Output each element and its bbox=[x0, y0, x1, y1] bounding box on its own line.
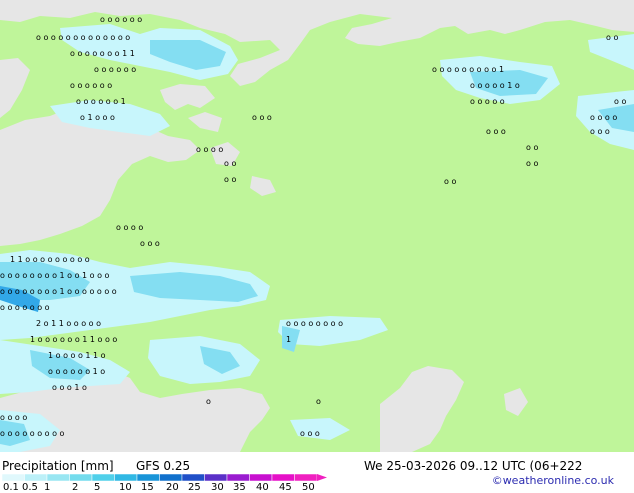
svg-text:1 1 o o o o o o o o o: 1 1 o o o o o o o o o bbox=[10, 255, 90, 264]
svg-text:o o o: o o o bbox=[300, 429, 320, 438]
svg-text:o o o o o o o o 1 o o 1 o o: o o o o o o o o 1 o o 1 o o o bbox=[0, 271, 110, 280]
legend-swatch bbox=[114, 474, 138, 482]
svg-text:o o o o o o: o o o o o o bbox=[100, 15, 142, 24]
svg-text:o o o: o o o bbox=[140, 239, 160, 248]
legend-label: 1 bbox=[44, 482, 51, 493]
svg-text:o o o o o o o o: o o o o o o o o bbox=[286, 319, 343, 328]
svg-text:o o: o o bbox=[526, 143, 538, 152]
credit-link[interactable]: ©weatheronline.co.uk bbox=[492, 474, 614, 487]
svg-text:o o: o o bbox=[224, 175, 236, 184]
svg-text:o o o o o 1 o: o o o o o 1 o bbox=[470, 81, 520, 90]
legend-label: 45 bbox=[279, 482, 292, 493]
svg-text:o o: o o bbox=[224, 159, 236, 168]
legend-label: 25 bbox=[188, 482, 201, 493]
legend-swatch bbox=[91, 474, 115, 482]
svg-text:o o: o o bbox=[444, 177, 456, 186]
legend-label: 0.1 bbox=[3, 482, 19, 493]
map-canvas: o o o o o o o o o o o o o o o o o o o o … bbox=[0, 0, 634, 452]
svg-text:1: 1 bbox=[286, 335, 291, 344]
legend-swatch bbox=[136, 474, 160, 482]
legend-label: 40 bbox=[256, 482, 269, 493]
svg-text:o o: o o bbox=[606, 33, 618, 42]
svg-text:o o o o o o: o o o o o o bbox=[94, 65, 136, 74]
svg-text:2 o 1 1 o o o o o: 2 o 1 1 o o o o o bbox=[36, 319, 101, 328]
svg-text:o: o bbox=[206, 397, 211, 406]
legend-overflow-arrow bbox=[317, 474, 327, 481]
svg-text:o o o o o o 1: o o o o o o 1 bbox=[76, 97, 126, 106]
legend-label: 0.5 bbox=[22, 482, 38, 493]
legend-label: 35 bbox=[233, 482, 246, 493]
svg-text:o o o o o o: o o o o o o bbox=[70, 81, 112, 90]
legend-swatch bbox=[69, 474, 93, 482]
svg-text:o o o: o o o bbox=[590, 127, 610, 136]
legend-swatch bbox=[271, 474, 295, 482]
legend-swatch bbox=[181, 474, 205, 482]
svg-text:o: o bbox=[316, 397, 321, 406]
legend-swatch bbox=[2, 474, 25, 482]
svg-text:o o o: o o o bbox=[486, 127, 506, 136]
legend-swatch bbox=[24, 474, 48, 482]
svg-text:o 1 o o o: o 1 o o o bbox=[80, 113, 115, 122]
svg-text:o o: o o bbox=[526, 159, 538, 168]
legend-swatch bbox=[46, 474, 70, 482]
svg-text:o o: o o bbox=[614, 97, 626, 106]
legend-swatch bbox=[159, 474, 183, 482]
svg-text:o o o o o o o o o: o o o o o o o o o bbox=[0, 429, 65, 438]
valid-time: We 25-03-2026 09..12 UTC (06+222 bbox=[364, 459, 583, 473]
precipitation-title: Precipitation [mm] bbox=[2, 459, 114, 473]
svg-text:o o o o o o o o o 1: o o o o o o o o o 1 bbox=[432, 65, 504, 74]
svg-text:o o o o o: o o o o o bbox=[470, 97, 505, 106]
legend-swatch bbox=[249, 474, 273, 482]
map-view[interactable]: o o o o o o o o o o o o o o o o o o o o … bbox=[0, 0, 634, 452]
svg-text:o o o o o o o 1 1: o o o o o o o 1 1 bbox=[70, 49, 135, 58]
svg-text:1 o o o o 1 1 o: 1 o o o o 1 1 o bbox=[48, 351, 106, 360]
legend-swatch bbox=[294, 474, 318, 482]
svg-text:o o o o o o o: o o o o o o o bbox=[0, 303, 50, 312]
legend-label: 50 bbox=[302, 482, 315, 493]
legend-label: 10 bbox=[119, 482, 132, 493]
legend-swatch bbox=[204, 474, 228, 482]
legend-label: 2 bbox=[72, 482, 79, 493]
svg-text:o o o o o o 1 o: o o o o o o 1 o bbox=[48, 367, 105, 376]
legend-label: 5 bbox=[94, 482, 101, 493]
svg-text:o o o o: o o o o bbox=[590, 113, 617, 122]
svg-text:o o o o o o o o o o o o: o o o o o o o o o o o o o bbox=[36, 33, 130, 42]
legend-label: 20 bbox=[166, 482, 179, 493]
svg-text:o o o 1 o: o o o 1 o bbox=[52, 383, 87, 392]
map-footer: Precipitation [mm] GFS 0.25 We 25-03-202… bbox=[0, 452, 634, 493]
svg-text:o o o o: o o o o bbox=[0, 413, 27, 422]
svg-text:1 o o o o o o 1 1 o o: 1 o o o o o o 1 1 o o o bbox=[30, 335, 117, 344]
legend-swatch bbox=[226, 474, 250, 482]
svg-text:o o o o: o o o o bbox=[196, 145, 223, 154]
legend-label: 30 bbox=[211, 482, 224, 493]
legend-label: 15 bbox=[141, 482, 154, 493]
svg-text:o o o o o o o o 1 o o o o o: o o o o o o o o 1 o o o o o o o bbox=[0, 287, 117, 296]
model-label: GFS 0.25 bbox=[136, 459, 191, 473]
svg-text:o o o o: o o o o bbox=[116, 223, 143, 232]
svg-text:o o o: o o o bbox=[252, 113, 272, 122]
